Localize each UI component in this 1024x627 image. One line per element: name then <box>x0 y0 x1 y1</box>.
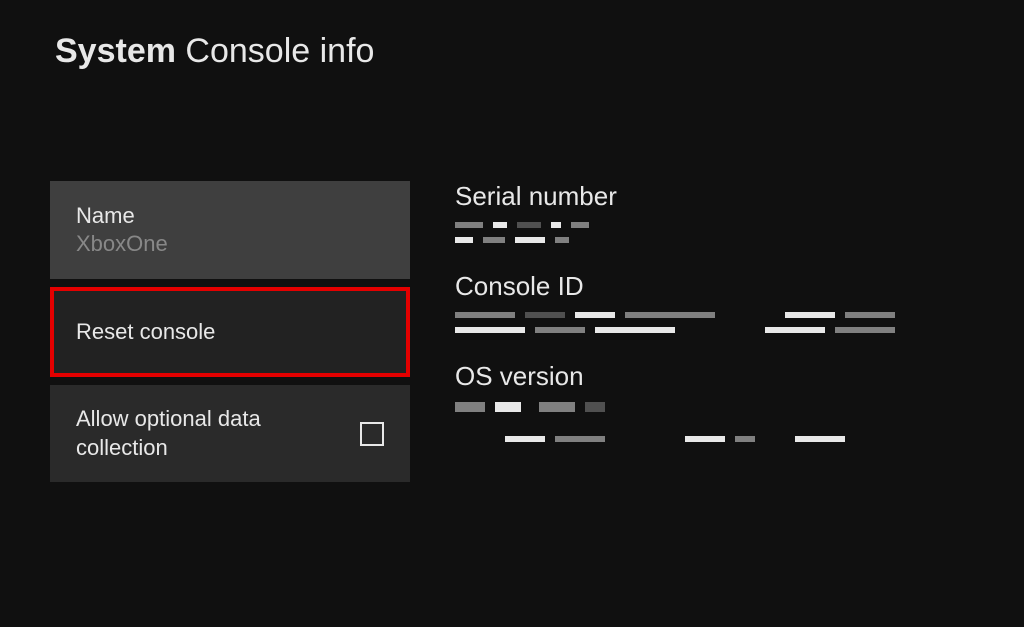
name-value: XboxOne <box>76 231 384 257</box>
serial-number-label: Serial number <box>455 181 1024 212</box>
console-id-label: Console ID <box>455 271 1024 302</box>
os-version-value-redacted <box>455 402 1024 448</box>
name-setting-button[interactable]: Name XboxOne <box>50 181 410 279</box>
serial-number-value-redacted <box>455 222 1024 249</box>
os-version-label: OS version <box>455 361 1024 392</box>
settings-list: Name XboxOne Reset console Allow optiona… <box>0 181 410 482</box>
console-id-item: Console ID <box>455 271 1024 339</box>
data-collection-label: Allow optional data collection <box>76 405 340 462</box>
serial-number-item: Serial number <box>455 181 1024 249</box>
console-id-value-redacted <box>455 312 1024 339</box>
header-page: Console info <box>185 32 374 70</box>
content-area: Name XboxOne Reset console Allow optiona… <box>0 71 1024 482</box>
os-version-item: OS version <box>455 361 1024 448</box>
data-collection-toggle[interactable]: Allow optional data collection <box>50 385 410 482</box>
info-panel: Serial number <box>410 181 1024 482</box>
page-header: System Console info <box>0 0 1024 71</box>
reset-console-button[interactable]: Reset console <box>50 287 410 377</box>
checkbox-icon <box>360 422 384 446</box>
name-label: Name <box>76 203 384 229</box>
header-category: System <box>55 32 176 70</box>
page-title: System Console info <box>55 32 1024 71</box>
reset-label: Reset console <box>76 319 384 345</box>
